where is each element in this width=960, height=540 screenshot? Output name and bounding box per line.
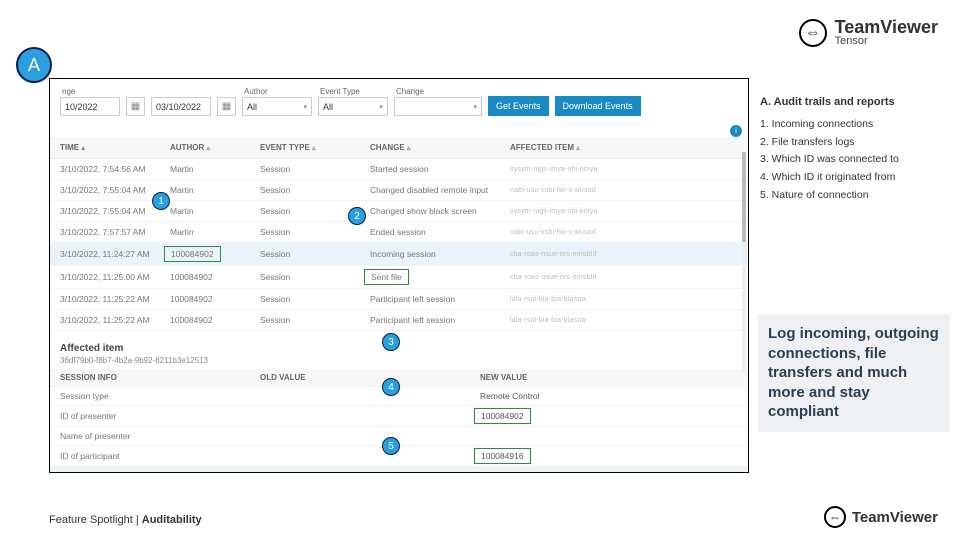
brand-name: TeamViewer: [852, 509, 938, 526]
col-change[interactable]: CHANGE ▵: [360, 137, 500, 159]
brand-logo-top: ⇔ TeamViewer Tensor: [799, 18, 938, 47]
sidebar-header: A. Audit trails and reports: [760, 93, 945, 112]
sidebar-item: 3. Which ID was connected to: [760, 151, 945, 169]
col-oldvalue: OLD VALUE: [250, 369, 470, 387]
lbl-eventtype: Event Type: [318, 87, 388, 96]
date-from-input[interactable]: 10/2022: [60, 97, 120, 116]
filter-bar: nge10/2022 ▦ 03/10/2022 ▦ AuthorAll▾ Eve…: [50, 79, 748, 122]
badge-2: 2: [348, 207, 366, 225]
col-author[interactable]: AUTHOR ▵: [160, 137, 250, 159]
section-sessioninfo: SESSION INFO: [50, 369, 250, 387]
sidebar-item: 2. File transfers logs: [760, 134, 945, 152]
detail-row: Name of participantMartin: [50, 467, 748, 474]
sidebar-item: 1. Incoming connections: [760, 116, 945, 134]
col-affected[interactable]: AFFECTED ITEM ▵: [500, 137, 748, 159]
col-event[interactable]: EVENT TYPE ▵: [250, 137, 360, 159]
calendar-icon[interactable]: ▦: [217, 97, 236, 116]
table-row[interactable]: 3/10/2022, 11:24:27 AM100084902SessionIn…: [50, 243, 748, 266]
brand-sub: Tensor: [835, 36, 938, 47]
date-to-input[interactable]: 03/10/2022: [151, 97, 211, 116]
scrollbar[interactable]: [742, 152, 746, 372]
table-row[interactable]: 3/10/2022, 7:57:57 AMMartinSessionEnded …: [50, 222, 748, 243]
lbl-author: Author: [242, 87, 312, 96]
affected-panel: Affected item 36df79b0-f8b7-4b2a-9b92-82…: [50, 331, 748, 369]
sidebar-item: 5. Nature of connection: [760, 187, 945, 205]
badge-3: 3: [382, 333, 400, 351]
table-row[interactable]: 3/10/2022, 11:25:00 AM100084902SessionSe…: [50, 266, 748, 289]
col-time[interactable]: TIME ▴: [50, 137, 160, 159]
promo-text: Log incoming, outgoing connections, file…: [758, 314, 950, 432]
table-row[interactable]: 3/10/2022, 11:25:22 AM100084902SessionPa…: [50, 310, 748, 331]
calendar-icon[interactable]: ▦: [126, 97, 145, 116]
events-table: TIME ▴ AUTHOR ▵ EVENT TYPE ▵ CHANGE ▵ AF…: [50, 137, 748, 331]
teamviewer-icon: ⇔: [824, 506, 846, 528]
lbl-range: nge: [60, 87, 120, 96]
sidebar-item: 4. Which ID it originated from: [760, 169, 945, 187]
badge-5: 5: [382, 437, 400, 455]
app-screenshot: nge10/2022 ▦ 03/10/2022 ▦ AuthorAll▾ Eve…: [49, 78, 749, 473]
brand-name: TeamViewer: [835, 18, 938, 36]
download-events-button[interactable]: Download Events: [555, 96, 641, 116]
badge-1: 1: [152, 192, 170, 210]
author-select[interactable]: All▾: [242, 97, 312, 116]
table-row[interactable]: 3/10/2022, 7:54:56 AMMartinSessionStarte…: [50, 159, 748, 180]
table-row[interactable]: 3/10/2022, 11:25:22 AM100084902SessionPa…: [50, 289, 748, 310]
info-icon[interactable]: i: [730, 125, 742, 137]
detail-row: ID of presenter100084902: [50, 406, 748, 427]
eventtype-select[interactable]: All▾: [318, 97, 388, 116]
overlay-letter-a: A: [16, 47, 52, 83]
badge-4: 4: [382, 378, 400, 396]
sidebar-notes: A. Audit trails and reports 1. Incoming …: [760, 93, 945, 205]
footer-text: Feature Spotlight | Auditability: [49, 514, 202, 526]
teamviewer-icon: ⇔: [799, 19, 827, 47]
lbl-change: Change: [394, 87, 482, 96]
get-events-button[interactable]: Get Events: [488, 96, 549, 116]
col-newvalue: NEW VALUE: [470, 369, 748, 387]
affected-id: 36df79b0-f8b7-4b2a-9b92-8211b3e12513: [60, 356, 738, 365]
change-select[interactable]: ▾: [394, 97, 482, 116]
brand-logo-bottom: ⇔ TeamViewer: [824, 506, 938, 528]
